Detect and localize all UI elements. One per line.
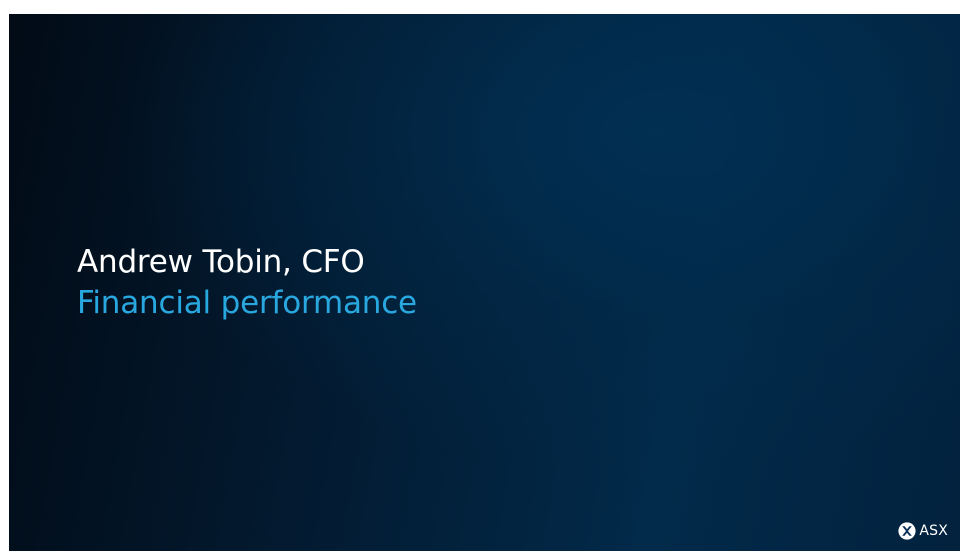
- title-slide: Andrew Tobin, CFO Financial performance …: [9, 14, 960, 551]
- logo-text: ASX: [919, 523, 948, 539]
- presenter-name: Andrew Tobin, CFO: [77, 244, 365, 280]
- asx-logo: ASX: [898, 522, 948, 540]
- asx-logo-icon: [898, 522, 916, 540]
- section-title: Financial performance: [77, 285, 417, 321]
